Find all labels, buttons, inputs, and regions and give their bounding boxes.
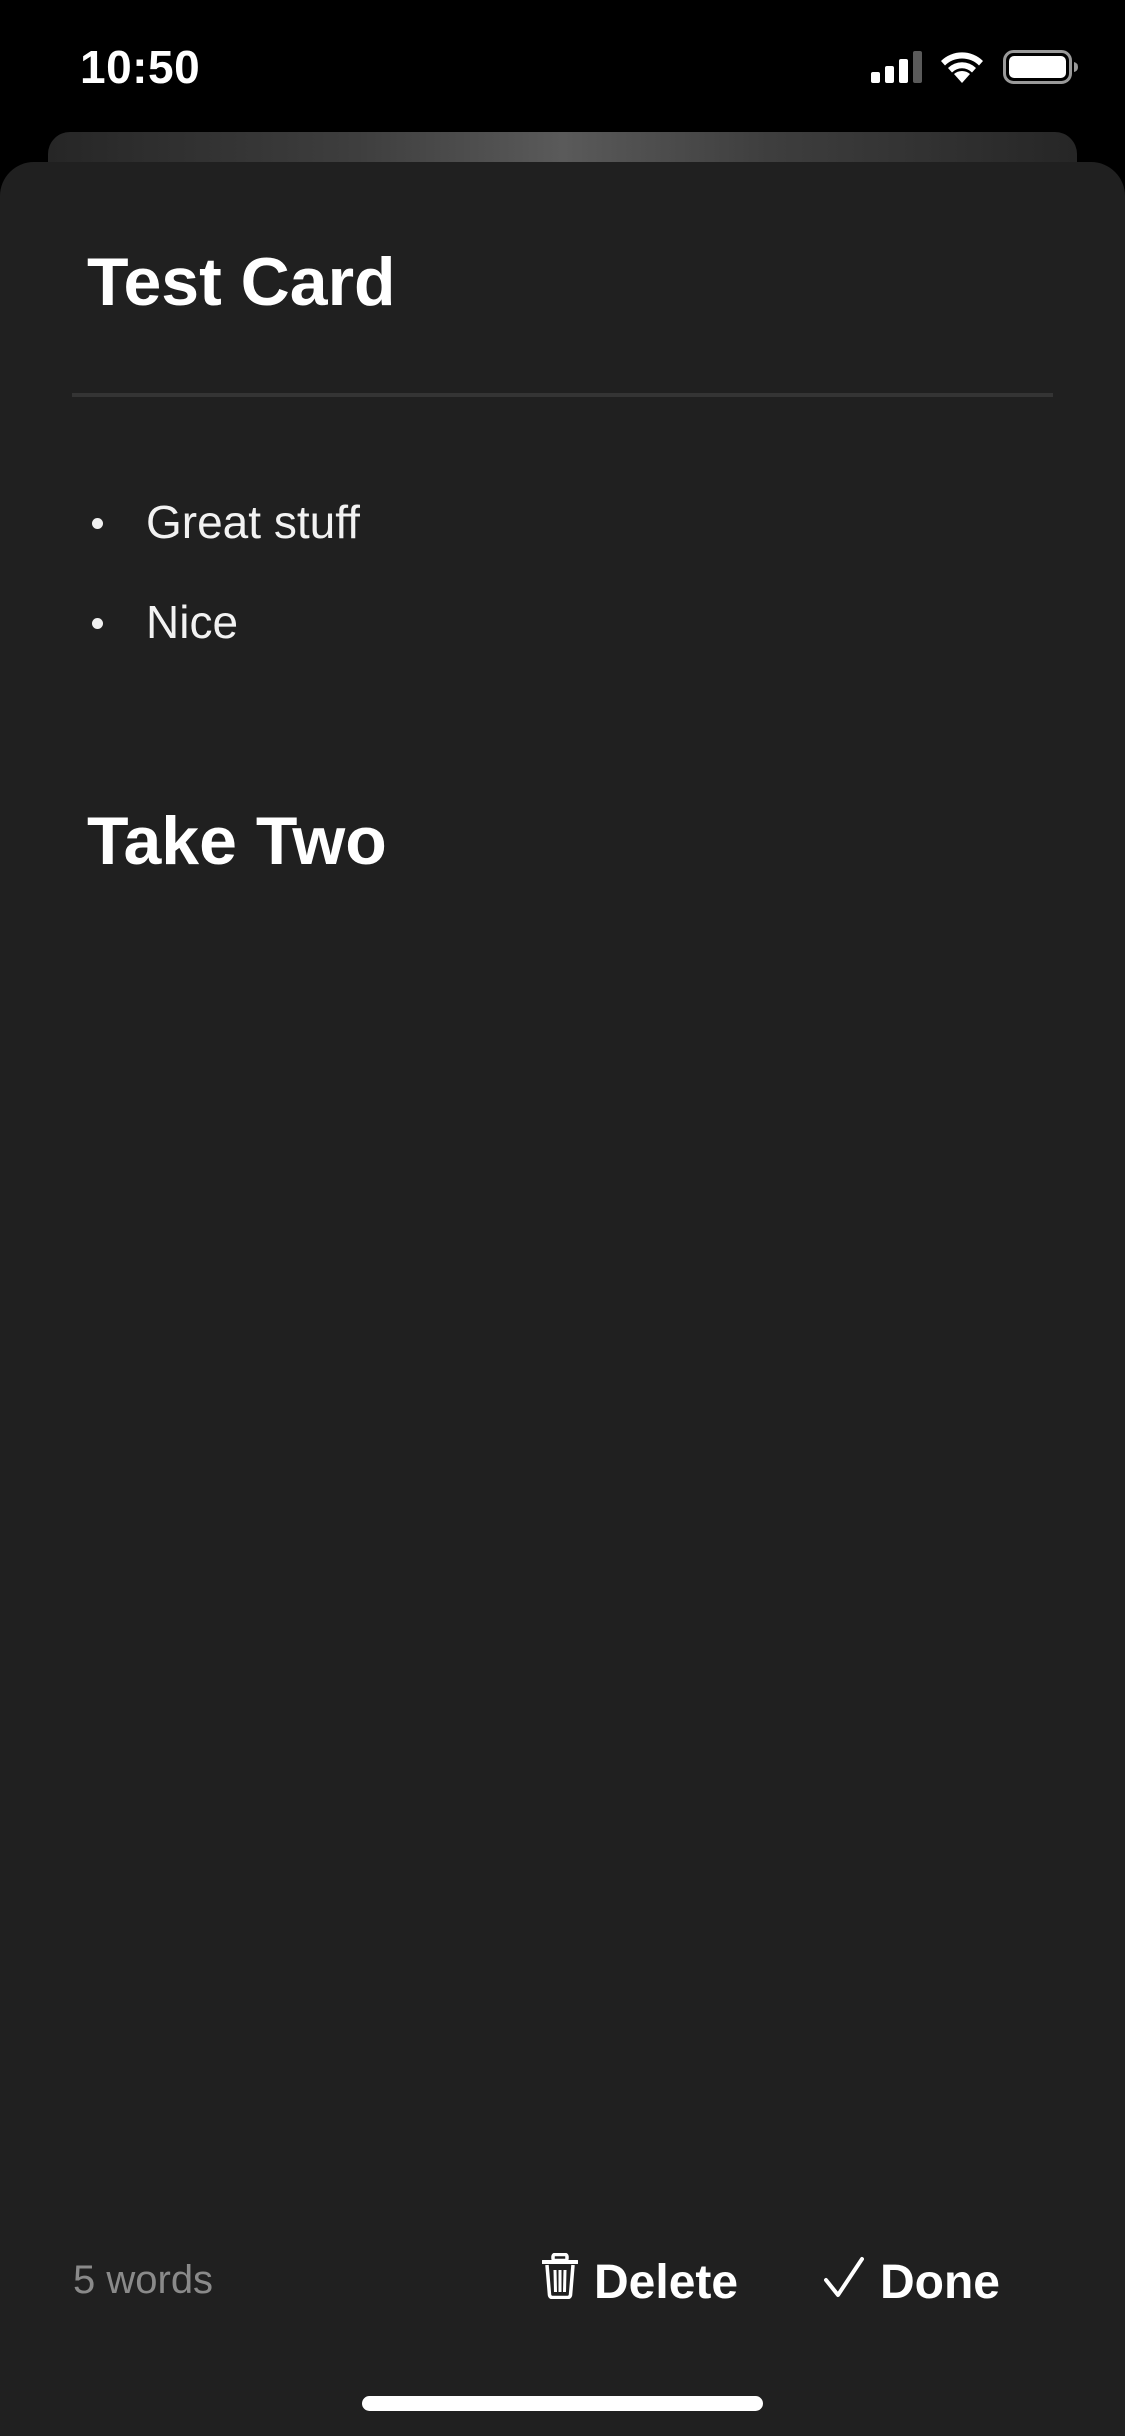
home-indicator[interactable] — [362, 2396, 763, 2411]
status-bar: 10:50 — [0, 0, 1125, 132]
wifi-icon — [941, 52, 983, 83]
title-divider — [72, 393, 1053, 397]
battery-icon — [1003, 50, 1078, 84]
trash-icon — [541, 2252, 579, 2311]
delete-button[interactable]: Delete — [541, 2252, 739, 2312]
status-time: 10:50 — [80, 41, 201, 93]
bullet-dot — [92, 518, 103, 529]
cellular-signal-icon — [871, 51, 922, 83]
bullet-dot — [92, 618, 103, 629]
list-item-text: Nice — [146, 596, 239, 648]
done-button[interactable]: Done — [824, 2252, 1000, 2312]
list-item-text: Great stuff — [146, 496, 360, 548]
section-heading[interactable]: Take Two — [87, 807, 387, 875]
checkmark-icon — [824, 2255, 864, 2310]
delete-label: Delete — [594, 2255, 739, 2309]
word-count: 5 words — [73, 2258, 214, 2302]
done-label: Done — [880, 2255, 1000, 2309]
card-title[interactable]: Test Card — [87, 248, 396, 316]
